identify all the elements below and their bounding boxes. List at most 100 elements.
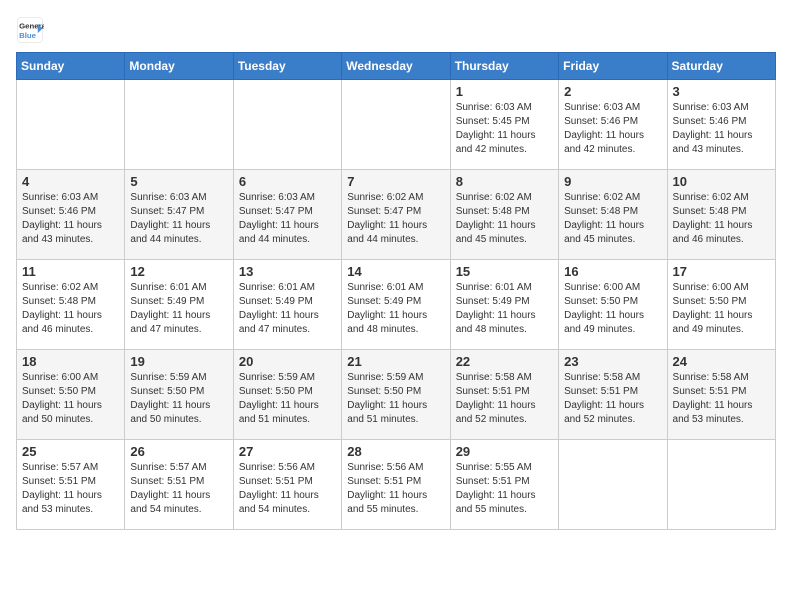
day-number: 20 — [239, 354, 336, 369]
svg-text:Blue: Blue — [19, 31, 37, 40]
day-number: 7 — [347, 174, 444, 189]
day-info: Sunrise: 5:59 AM Sunset: 5:50 PM Dayligh… — [347, 371, 444, 427]
day-info: Sunrise: 5:57 AM Sunset: 5:51 PM Dayligh… — [22, 461, 119, 517]
weekday-header-friday: Friday — [559, 53, 667, 80]
day-info: Sunrise: 6:02 AM Sunset: 5:48 PM Dayligh… — [22, 281, 119, 337]
day-info: Sunrise: 6:00 AM Sunset: 5:50 PM Dayligh… — [673, 281, 770, 337]
calendar-cell: 7 Sunrise: 6:02 AM Sunset: 5:47 PM Daylig… — [342, 170, 450, 260]
day-number: 26 — [130, 444, 227, 459]
calendar-cell: 3 Sunrise: 6:03 AM Sunset: 5:46 PM Daylig… — [667, 80, 775, 170]
calendar-cell: 10 Sunrise: 6:02 AM Sunset: 5:48 PM Dayli… — [667, 170, 775, 260]
day-number: 21 — [347, 354, 444, 369]
calendar-cell: 11 Sunrise: 6:02 AM Sunset: 5:48 PM Dayli… — [17, 260, 125, 350]
calendar-cell: 9 Sunrise: 6:02 AM Sunset: 5:48 PM Daylig… — [559, 170, 667, 260]
weekday-header-sunday: Sunday — [17, 53, 125, 80]
calendar-cell — [233, 80, 341, 170]
day-info: Sunrise: 6:03 AM Sunset: 5:47 PM Dayligh… — [130, 191, 227, 247]
weekday-header-row: SundayMondayTuesdayWednesdayThursdayFrid… — [17, 53, 776, 80]
day-info: Sunrise: 6:01 AM Sunset: 5:49 PM Dayligh… — [239, 281, 336, 337]
day-number: 2 — [564, 84, 661, 99]
day-info: Sunrise: 5:55 AM Sunset: 5:51 PM Dayligh… — [456, 461, 553, 517]
calendar-cell: 24 Sunrise: 5:58 AM Sunset: 5:51 PM Dayli… — [667, 350, 775, 440]
day-number: 3 — [673, 84, 770, 99]
day-info: Sunrise: 5:58 AM Sunset: 5:51 PM Dayligh… — [564, 371, 661, 427]
day-info: Sunrise: 5:58 AM Sunset: 5:51 PM Dayligh… — [456, 371, 553, 427]
day-info: Sunrise: 6:00 AM Sunset: 5:50 PM Dayligh… — [22, 371, 119, 427]
day-info: Sunrise: 6:02 AM Sunset: 5:48 PM Dayligh… — [456, 191, 553, 247]
day-info: Sunrise: 5:56 AM Sunset: 5:51 PM Dayligh… — [239, 461, 336, 517]
day-number: 10 — [673, 174, 770, 189]
calendar-cell: 6 Sunrise: 6:03 AM Sunset: 5:47 PM Daylig… — [233, 170, 341, 260]
calendar-cell: 14Sunrise: 6:01 AM Sunset: 5:49 PM Dayli… — [342, 260, 450, 350]
day-number: 22 — [456, 354, 553, 369]
day-number: 4 — [22, 174, 119, 189]
day-number: 24 — [673, 354, 770, 369]
day-info: Sunrise: 6:02 AM Sunset: 5:47 PM Dayligh… — [347, 191, 444, 247]
calendar-cell: 15 Sunrise: 6:01 AM Sunset: 5:49 PM Dayli… — [450, 260, 558, 350]
calendar-cell: 8 Sunrise: 6:02 AM Sunset: 5:48 PM Daylig… — [450, 170, 558, 260]
day-info: Sunrise: 6:03 AM Sunset: 5:46 PM Dayligh… — [564, 101, 661, 157]
day-info: Sunrise: 6:03 AM Sunset: 5:47 PM Dayligh… — [239, 191, 336, 247]
calendar-cell: 26 Sunrise: 5:57 AM Sunset: 5:51 PM Dayli… — [125, 440, 233, 530]
calendar-cell: 17 Sunrise: 6:00 AM Sunset: 5:50 PM Dayli… — [667, 260, 775, 350]
day-info: Sunrise: 6:01 AM Sunset: 5:49 PM Dayligh… — [456, 281, 553, 337]
day-number: 18 — [22, 354, 119, 369]
day-number: 23 — [564, 354, 661, 369]
weekday-header-saturday: Saturday — [667, 53, 775, 80]
calendar-cell: 22 Sunrise: 5:58 AM Sunset: 5:51 PM Dayli… — [450, 350, 558, 440]
calendar-cell: 1 Sunrise: 6:03 AM Sunset: 5:45 PM Daylig… — [450, 80, 558, 170]
calendar-cell: 18 Sunrise: 6:00 AM Sunset: 5:50 PM Dayli… — [17, 350, 125, 440]
day-info: Sunrise: 6:01 AM Sunset: 5:49 PM Dayligh… — [130, 281, 227, 337]
day-number: 19 — [130, 354, 227, 369]
calendar-cell — [667, 440, 775, 530]
logo: General Blue — [16, 16, 44, 44]
calendar-week-row: 11 Sunrise: 6:02 AM Sunset: 5:48 PM Dayli… — [17, 260, 776, 350]
day-number: 17 — [673, 264, 770, 279]
day-number: 6 — [239, 174, 336, 189]
calendar-cell: 19Sunrise: 5:59 AM Sunset: 5:50 PM Dayli… — [125, 350, 233, 440]
day-number: 15 — [456, 264, 553, 279]
day-number: 8 — [456, 174, 553, 189]
calendar-cell: 4Sunrise: 6:03 AM Sunset: 5:46 PM Daylig… — [17, 170, 125, 260]
calendar-cell: 20Sunrise: 5:59 AM Sunset: 5:50 PM Dayli… — [233, 350, 341, 440]
day-number: 16 — [564, 264, 661, 279]
day-number: 28 — [347, 444, 444, 459]
weekday-header-thursday: Thursday — [450, 53, 558, 80]
weekday-header-tuesday: Tuesday — [233, 53, 341, 80]
calendar-week-row: 4Sunrise: 6:03 AM Sunset: 5:46 PM Daylig… — [17, 170, 776, 260]
day-number: 11 — [22, 264, 119, 279]
calendar-cell: 16 Sunrise: 6:00 AM Sunset: 5:50 PM Dayli… — [559, 260, 667, 350]
calendar-cell: 27Sunrise: 5:56 AM Sunset: 5:51 PM Dayli… — [233, 440, 341, 530]
page-header: General Blue — [16, 16, 776, 44]
calendar-cell: 25Sunrise: 5:57 AM Sunset: 5:51 PM Dayli… — [17, 440, 125, 530]
day-number: 1 — [456, 84, 553, 99]
day-info: Sunrise: 5:57 AM Sunset: 5:51 PM Dayligh… — [130, 461, 227, 517]
calendar-week-row: 25Sunrise: 5:57 AM Sunset: 5:51 PM Dayli… — [17, 440, 776, 530]
calendar-cell — [17, 80, 125, 170]
day-info: Sunrise: 6:02 AM Sunset: 5:48 PM Dayligh… — [673, 191, 770, 247]
day-info: Sunrise: 6:00 AM Sunset: 5:50 PM Dayligh… — [564, 281, 661, 337]
weekday-header-wednesday: Wednesday — [342, 53, 450, 80]
calendar-cell: 23 Sunrise: 5:58 AM Sunset: 5:51 PM Dayli… — [559, 350, 667, 440]
day-info: Sunrise: 6:03 AM Sunset: 5:45 PM Dayligh… — [456, 101, 553, 157]
day-number: 5 — [130, 174, 227, 189]
calendar-cell: 29 Sunrise: 5:55 AM Sunset: 5:51 PM Dayli… — [450, 440, 558, 530]
day-number: 14 — [347, 264, 444, 279]
calendar-week-row: 18 Sunrise: 6:00 AM Sunset: 5:50 PM Dayli… — [17, 350, 776, 440]
day-number: 13 — [239, 264, 336, 279]
day-info: Sunrise: 6:03 AM Sunset: 5:46 PM Dayligh… — [673, 101, 770, 157]
day-number: 29 — [456, 444, 553, 459]
calendar-cell: 28 Sunrise: 5:56 AM Sunset: 5:51 PM Dayli… — [342, 440, 450, 530]
day-number: 12 — [130, 264, 227, 279]
day-info: Sunrise: 6:02 AM Sunset: 5:48 PM Dayligh… — [564, 191, 661, 247]
calendar-cell: 5 Sunrise: 6:03 AM Sunset: 5:47 PM Daylig… — [125, 170, 233, 260]
day-number: 9 — [564, 174, 661, 189]
logo-icon: General Blue — [16, 16, 44, 44]
calendar-cell: 2 Sunrise: 6:03 AM Sunset: 5:46 PM Daylig… — [559, 80, 667, 170]
day-info: Sunrise: 5:56 AM Sunset: 5:51 PM Dayligh… — [347, 461, 444, 517]
day-info: Sunrise: 5:58 AM Sunset: 5:51 PM Dayligh… — [673, 371, 770, 427]
calendar-header: SundayMondayTuesdayWednesdayThursdayFrid… — [17, 53, 776, 80]
calendar-cell: 21 Sunrise: 5:59 AM Sunset: 5:50 PM Dayli… — [342, 350, 450, 440]
weekday-header-monday: Monday — [125, 53, 233, 80]
calendar-table: SundayMondayTuesdayWednesdayThursdayFrid… — [16, 52, 776, 530]
